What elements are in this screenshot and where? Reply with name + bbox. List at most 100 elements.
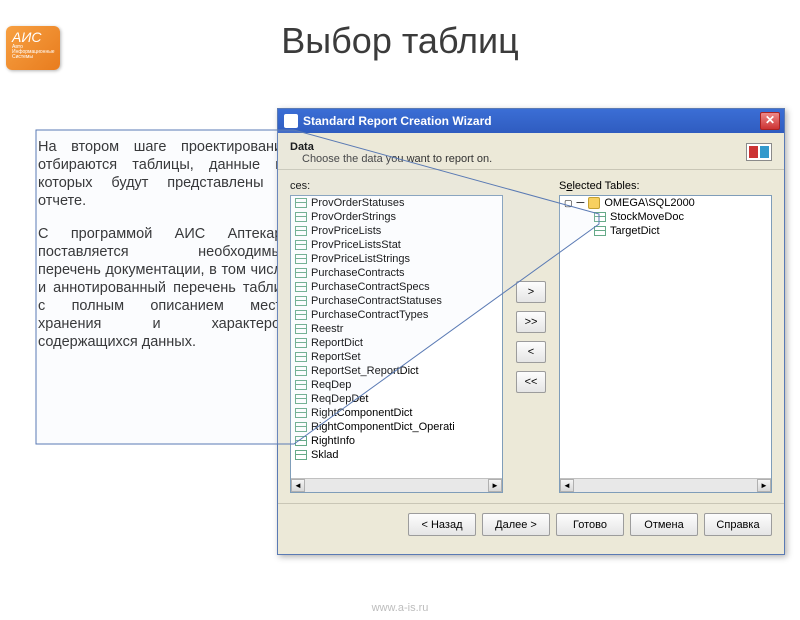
dialog-header: Data Choose the data you want to report … bbox=[278, 133, 784, 170]
scroll-left-button-r[interactable]: ◄ bbox=[560, 479, 574, 492]
table-icon bbox=[295, 268, 307, 278]
item-label: PurchaseContractStatuses bbox=[311, 295, 442, 307]
transfer-buttons: > >> < << bbox=[513, 180, 549, 493]
table-icon bbox=[295, 240, 307, 250]
add-all-button[interactable]: >> bbox=[516, 311, 546, 333]
back-button[interactable]: < Назад bbox=[408, 513, 476, 536]
available-label: ces: bbox=[290, 180, 503, 192]
item-label: TargetDict bbox=[610, 225, 660, 237]
selected-column: Selected Tables: ▢─OMEGA\SQL2000StockMov… bbox=[559, 180, 772, 493]
footer-url: www.a-is.ru bbox=[0, 602, 800, 614]
table-icon bbox=[295, 338, 307, 348]
app-icon bbox=[284, 114, 298, 128]
item-label: ProvOrderStrings bbox=[311, 211, 396, 223]
table-icon bbox=[295, 324, 307, 334]
tree-root[interactable]: ▢─OMEGA\SQL2000 bbox=[560, 196, 771, 210]
available-item[interactable]: RightComponentDict_Operati bbox=[291, 420, 502, 434]
available-item[interactable]: ProvOrderStrings bbox=[291, 210, 502, 224]
table-icon bbox=[594, 226, 606, 236]
wizard-dialog: Standard Report Creation Wizard ✕ Data C… bbox=[277, 108, 785, 555]
available-item[interactable]: RightInfo bbox=[291, 434, 502, 448]
table-icon bbox=[295, 254, 307, 264]
available-item[interactable]: ProvPriceListsStat bbox=[291, 238, 502, 252]
selected-item[interactable]: StockMoveDoc bbox=[560, 210, 771, 224]
h-scrollbar-right[interactable]: ◄ ► bbox=[560, 478, 771, 492]
finish-button[interactable]: Готово bbox=[556, 513, 624, 536]
available-item[interactable]: ProvPriceListStrings bbox=[291, 252, 502, 266]
next-button[interactable]: Далее > bbox=[482, 513, 550, 536]
table-icon bbox=[295, 380, 307, 390]
table-icon bbox=[295, 226, 307, 236]
available-item[interactable]: Sklad bbox=[291, 448, 502, 462]
table-icon bbox=[295, 408, 307, 418]
logo-main: АИС bbox=[12, 29, 54, 45]
item-label: Sklad bbox=[311, 449, 339, 461]
table-icon bbox=[295, 366, 307, 376]
item-label: RightComponentDict_Operati bbox=[311, 421, 455, 433]
table-icon bbox=[295, 198, 307, 208]
titlebar[interactable]: Standard Report Creation Wizard ✕ bbox=[278, 109, 784, 133]
item-label: RightInfo bbox=[311, 435, 355, 447]
selected-item[interactable]: TargetDict bbox=[560, 224, 771, 238]
item-label: StockMoveDoc bbox=[610, 211, 684, 223]
selected-label: Selected Tables: bbox=[559, 180, 772, 192]
close-button[interactable]: ✕ bbox=[760, 112, 780, 130]
table-icon bbox=[295, 352, 307, 362]
remove-button[interactable]: < bbox=[516, 341, 546, 363]
available-item[interactable]: ReqDepDet bbox=[291, 392, 502, 406]
available-item[interactable]: PurchaseContractStatuses bbox=[291, 294, 502, 308]
add-button[interactable]: > bbox=[516, 281, 546, 303]
cancel-button[interactable]: Отмена bbox=[630, 513, 698, 536]
table-icon bbox=[295, 394, 307, 404]
table-icon bbox=[295, 282, 307, 292]
available-item[interactable]: Reestr bbox=[291, 322, 502, 336]
item-label: RightComponentDict bbox=[311, 407, 413, 419]
available-item[interactable]: ReportDict bbox=[291, 336, 502, 350]
logo-sub3: Системы bbox=[12, 55, 54, 60]
item-label: PurchaseContractTypes bbox=[311, 309, 428, 321]
page-title: Выбор таблиц bbox=[0, 20, 800, 62]
scroll-right-button-r[interactable]: ► bbox=[757, 479, 771, 492]
item-label: ProvOrderStatuses bbox=[311, 197, 405, 209]
item-label: ReportSet bbox=[311, 351, 361, 363]
paragraph-2: С программой АИС Аптекарь поставляется н… bbox=[38, 225, 290, 352]
dialog-footer: < Назад Далее > Готово Отмена Справка bbox=[278, 503, 784, 545]
body-text: На втором шаге проектирования отбираются… bbox=[38, 138, 290, 365]
available-item[interactable]: ReportSet_ReportDict bbox=[291, 364, 502, 378]
available-item[interactable]: RightComponentDict bbox=[291, 406, 502, 420]
item-label: Reestr bbox=[311, 323, 343, 335]
table-icon bbox=[295, 422, 307, 432]
table-icon bbox=[295, 310, 307, 320]
item-label: ProvPriceListsStat bbox=[311, 239, 401, 251]
item-label: ReportSet_ReportDict bbox=[311, 365, 419, 377]
available-item[interactable]: ProvOrderStatuses bbox=[291, 196, 502, 210]
table-icon bbox=[295, 450, 307, 460]
dialog-body: ces: ProvOrderStatusesProvOrderStringsPr… bbox=[278, 170, 784, 503]
table-icon bbox=[295, 296, 307, 306]
dialog-title: Standard Report Creation Wizard bbox=[303, 114, 492, 128]
available-item[interactable]: PurchaseContractTypes bbox=[291, 308, 502, 322]
available-item[interactable]: PurchaseContracts bbox=[291, 266, 502, 280]
selected-listbox[interactable]: ▢─OMEGA\SQL2000StockMoveDoc TargetDict ◄ … bbox=[559, 195, 772, 493]
paragraph-1: На втором шаге проектирования отбираются… bbox=[38, 138, 290, 211]
remove-all-button[interactable]: << bbox=[516, 371, 546, 393]
table-icon bbox=[295, 436, 307, 446]
scroll-right-button[interactable]: ► bbox=[488, 479, 502, 492]
scroll-left-button[interactable]: ◄ bbox=[291, 479, 305, 492]
item-label: ReqDepDet bbox=[311, 393, 368, 405]
available-item[interactable]: ReportSet bbox=[291, 350, 502, 364]
available-listbox[interactable]: ProvOrderStatusesProvOrderStringsProvPri… bbox=[290, 195, 503, 493]
available-item[interactable]: PurchaseContractSpecs bbox=[291, 280, 502, 294]
item-label: ReportDict bbox=[311, 337, 363, 349]
h-scrollbar[interactable]: ◄ ► bbox=[291, 478, 502, 492]
logo: АИС Авто Информационные Системы bbox=[6, 26, 60, 70]
item-label: PurchaseContractSpecs bbox=[311, 281, 430, 293]
available-item[interactable]: ReqDep bbox=[291, 378, 502, 392]
available-item[interactable]: ProvPriceLists bbox=[291, 224, 502, 238]
database-icon bbox=[588, 197, 600, 209]
root-label: OMEGA\SQL2000 bbox=[604, 197, 695, 209]
item-label: ReqDep bbox=[311, 379, 351, 391]
header-title: Data bbox=[290, 141, 772, 153]
header-icon bbox=[746, 143, 772, 161]
help-button[interactable]: Справка bbox=[704, 513, 772, 536]
